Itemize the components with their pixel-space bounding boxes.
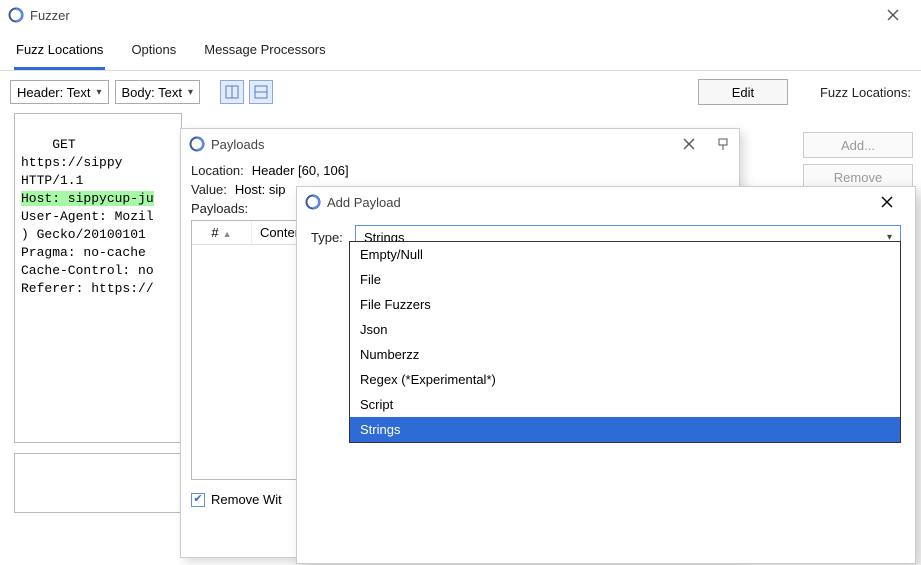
request-text-pre: GET https://sippy HTTP/1.1 [21, 137, 122, 188]
zap-icon [8, 7, 24, 23]
body-select-label: Body: Text [122, 85, 182, 100]
type-dropdown-list: Empty/Null File File Fuzzers Json Number… [349, 241, 901, 443]
location-row: Location: Header [60, 106] [191, 163, 729, 178]
fuzz-side-buttons: Add... Remove [803, 132, 913, 190]
zap-icon [189, 136, 205, 152]
fuzzer-titlebar: Fuzzer [0, 0, 921, 30]
request-pane[interactable]: GET https://sippy HTTP/1.1 Host: sippycu… [14, 113, 182, 443]
add-button[interactable]: Add... [803, 132, 913, 158]
payloads-titlebar: Payloads [181, 129, 739, 159]
fuzz-locations-label: Fuzz Locations: [820, 85, 911, 100]
zap-icon [305, 194, 321, 210]
close-icon[interactable] [669, 129, 709, 159]
close-icon[interactable] [873, 0, 913, 30]
tab-options[interactable]: Options [129, 36, 178, 70]
request-text-post: User-Agent: Mozil ) Gecko/20100101 Pragm… [21, 209, 154, 296]
body-select[interactable]: Body: Text ▾ [115, 80, 201, 104]
sort-asc-icon: ▲ [223, 229, 232, 239]
fuzzer-tabs: Fuzz Locations Options Message Processor… [0, 30, 921, 71]
add-payload-titlebar: Add Payload [297, 187, 915, 217]
option-empty-null[interactable]: Empty/Null [350, 242, 900, 267]
fuzzer-title: Fuzzer [30, 8, 873, 23]
lower-pane[interactable] [14, 453, 182, 513]
option-numberzz[interactable]: Numberzz [350, 342, 900, 367]
option-script[interactable]: Script [350, 392, 900, 417]
fuzzer-toolbar: Header: Text ▾ Body: Text ▾ Edit Fuzz Lo… [0, 71, 921, 109]
option-file-fuzzers[interactable]: File Fuzzers [350, 292, 900, 317]
add-payload-window: Add Payload Type: Strings ▾ Empty/Null F… [296, 186, 916, 564]
payloads-title: Payloads [211, 137, 669, 152]
chevron-down-icon: ▾ [96, 87, 101, 98]
value-value: Host: sip [235, 182, 286, 197]
chevron-down-icon: ▾ [188, 87, 193, 98]
option-regex[interactable]: Regex (*Experimental*) [350, 367, 900, 392]
option-json[interactable]: Json [350, 317, 900, 342]
header-select-label: Header: Text [17, 85, 90, 100]
tab-fuzz-locations[interactable]: Fuzz Locations [14, 36, 105, 70]
location-value: Header [60, 106] [252, 163, 349, 178]
value-label: Value: [191, 182, 227, 197]
option-file[interactable]: File [350, 267, 900, 292]
checkbox-icon: ✔ [191, 493, 205, 507]
location-label: Location: [191, 163, 244, 178]
header-select[interactable]: Header: Text ▾ [10, 80, 109, 104]
remove-whitespace-checkbox[interactable]: ✔ Remove Wit [191, 492, 282, 507]
split-horizontal-icon[interactable] [220, 80, 244, 104]
edit-button[interactable]: Edit [698, 79, 788, 105]
tab-message-processors[interactable]: Message Processors [202, 36, 327, 70]
remove-whitespace-label: Remove Wit [211, 492, 282, 507]
split-vertical-icon[interactable] [249, 80, 273, 104]
col-num[interactable]: #▲ [192, 221, 252, 244]
close-icon[interactable] [867, 187, 907, 217]
pin-icon[interactable] [715, 137, 731, 151]
add-payload-title: Add Payload [327, 195, 867, 210]
payloads-label: Payloads: [191, 201, 248, 216]
request-highlighted: Host: sippycup-ju [21, 191, 154, 206]
option-strings[interactable]: Strings [350, 417, 900, 442]
type-label: Type: [311, 230, 347, 245]
